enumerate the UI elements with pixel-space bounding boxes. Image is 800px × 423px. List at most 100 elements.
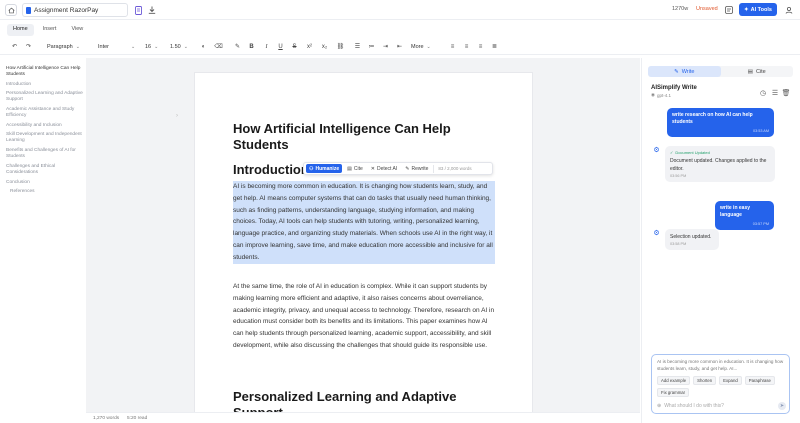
outline-item[interactable]: Accessibility and Inclusion — [6, 123, 84, 129]
more-button[interactable]: More ⌄ — [411, 42, 431, 52]
italic-button[interactable]: I — [262, 42, 271, 51]
align-right-icon: ≡ — [478, 43, 483, 50]
ai-tools-button[interactable]: ✦ AI Tools — [739, 3, 777, 16]
home-icon — [7, 7, 15, 13]
history-icon: ◷ — [759, 90, 767, 97]
subscript-icon: x₂ — [321, 43, 328, 50]
paragraph-style-select[interactable]: Paragraph ⌄ — [47, 42, 80, 52]
model-name: gpt-4.1 — [656, 92, 671, 98]
shorten-chip[interactable]: Shorten — [693, 376, 717, 385]
font-size-select[interactable]: 16 ⌄ — [145, 42, 158, 52]
text-color-button[interactable]: ◐ — [199, 42, 208, 51]
strikethrough-button[interactable]: S — [290, 42, 299, 51]
paragraph[interactable]: At the same time, the role of AI in educ… — [233, 281, 495, 352]
send-button[interactable]: ➤ — [778, 402, 786, 410]
strikethrough-icon: S — [292, 43, 297, 50]
tab-view[interactable]: View — [65, 24, 89, 36]
align-center-button[interactable]: ≡ — [462, 42, 471, 51]
history-button[interactable]: ◷ — [759, 89, 767, 97]
selection-toolbar: ⚇ Humanize ▤ Cite ✕ Detect AI ✎ Rewrite 83 /… — [303, 162, 493, 175]
align-left-button[interactable]: ≡ — [448, 42, 457, 51]
clear-chat-button[interactable]: 🗑 — [782, 89, 791, 97]
outdent-button[interactable]: ⇤ — [395, 42, 404, 51]
bullet-list-icon: ☰ — [354, 44, 361, 50]
more-label: More — [411, 44, 424, 50]
model-selector[interactable]: ◉ gpt-4.1 — [651, 92, 671, 98]
align-justify-icon: ≣ — [491, 44, 498, 50]
chevron-right-icon[interactable]: › — [176, 113, 178, 119]
document-title-heading[interactable]: How Artificial Intelligence Can Help Stu… — [233, 121, 503, 153]
outline-item[interactable]: Personalized Learning and Adaptive Suppo… — [6, 91, 84, 103]
fix-grammar-chip[interactable]: Fix grammar — [657, 388, 690, 397]
message-time: 03:56 PM — [670, 174, 687, 178]
highlight-button[interactable]: ✎ — [233, 42, 242, 51]
bullet-list-button[interactable]: ☰ — [353, 42, 362, 51]
chevron-down-icon: ⌄ — [75, 44, 80, 50]
document-settings-button[interactable] — [724, 5, 734, 15]
attach-icon[interactable]: ⊕ — [657, 403, 661, 409]
selection-word-count: 83 / 2,000 words — [438, 166, 472, 171]
user-menu-button[interactable] — [784, 5, 794, 15]
section-heading[interactable]: Introduction — [233, 162, 309, 177]
bold-button[interactable]: B — [247, 42, 256, 51]
add-example-chip[interactable]: Add example — [657, 376, 691, 385]
rewrite-button[interactable]: ✎ Rewrite — [402, 164, 431, 173]
assistant-avatar-icon: ⚙ — [653, 146, 660, 154]
font-family-select[interactable]: Inter ⌄ — [98, 42, 135, 52]
chevron-down-icon: ⌄ — [131, 44, 136, 50]
chat-input[interactable]: ⊕ What should I do with this? — [657, 403, 724, 409]
paraphrase-chip[interactable]: Paraphrase — [744, 376, 775, 385]
outline-item[interactable]: Challenges and Ethical Considerations — [6, 164, 84, 176]
home-button[interactable] — [5, 4, 17, 16]
paragraph-selected[interactable]: AI is becoming more common in education.… — [233, 181, 495, 264]
top-bar: Assignment RazorPay 1270w Unsaved ✦ AI T… — [0, 0, 800, 20]
numbered-list-button[interactable]: ≔ — [367, 42, 376, 51]
document-title-field[interactable]: Assignment RazorPay — [22, 3, 128, 17]
outline-item[interactable]: Conclusion — [6, 180, 84, 186]
numbered-list-icon: ≔ — [368, 44, 375, 50]
document-icon — [26, 6, 31, 14]
tab-write-label: Write — [681, 68, 695, 75]
pen-icon: ✎ — [674, 68, 679, 75]
new-document-button[interactable] — [134, 5, 144, 15]
undo-button[interactable]: ↶ — [10, 42, 19, 51]
tab-home[interactable]: Home — [7, 24, 34, 36]
align-justify-button[interactable]: ≣ — [490, 42, 499, 51]
outline-item[interactable]: Academic Assistance and Study Efficiency — [6, 107, 84, 119]
user-message: write in easy language 03:57 PM — [715, 201, 774, 230]
ribbon-tabs: Home Insert View — [7, 24, 89, 36]
new-document-icon — [135, 5, 142, 15]
redo-button[interactable]: ↷ — [24, 42, 33, 51]
assistant-title: AISimplify Write — [651, 85, 697, 91]
link-button[interactable]: ⛓ — [336, 42, 345, 51]
subscript-button[interactable]: x₂ — [320, 42, 329, 51]
clear-format-button[interactable]: ⌫ — [214, 42, 223, 51]
align-right-button[interactable]: ≡ — [476, 42, 485, 51]
chat-composer[interactable]: AI is becoming more common in education.… — [651, 354, 790, 414]
superscript-button[interactable]: x² — [305, 42, 314, 51]
chat-settings-button[interactable]: ☰ — [771, 89, 779, 97]
outdent-icon: ⇤ — [396, 44, 403, 50]
tab-write[interactable]: ✎ Write — [648, 66, 721, 77]
cite-button[interactable]: ▤ Cite — [344, 164, 366, 173]
line-height-value: 1.50 — [170, 44, 181, 50]
humanize-button[interactable]: ⚇ Humanize — [306, 164, 343, 173]
outline-item[interactable]: References — [10, 189, 88, 195]
badge-label: Document Updated — [675, 150, 710, 155]
indent-button[interactable]: ⇥ — [381, 42, 390, 51]
italic-icon: I — [265, 43, 268, 50]
tab-insert[interactable]: Insert — [37, 24, 63, 36]
outline-item[interactable]: Introduction — [6, 82, 84, 88]
underline-button[interactable]: U — [276, 42, 285, 51]
panel-tabs: ✎ Write ▤ Cite — [648, 66, 793, 77]
sparkle-icon: ✦ — [744, 6, 749, 13]
download-button[interactable] — [147, 5, 157, 15]
outline-item[interactable]: Benefits and Challenges of AI for Studen… — [6, 148, 84, 160]
outline-item[interactable]: How Artificial Intelligence Can Help Stu… — [6, 66, 84, 78]
tab-cite[interactable]: ▤ Cite — [721, 66, 794, 77]
detect-ai-button[interactable]: ✕ Detect AI — [368, 164, 401, 173]
align-left-icon: ≡ — [450, 43, 455, 50]
line-height-select[interactable]: 1.50 ⌄ — [170, 42, 188, 52]
expand-chip[interactable]: Expand — [719, 376, 742, 385]
outline-item[interactable]: Skill Development and Independent Learni… — [6, 132, 84, 144]
